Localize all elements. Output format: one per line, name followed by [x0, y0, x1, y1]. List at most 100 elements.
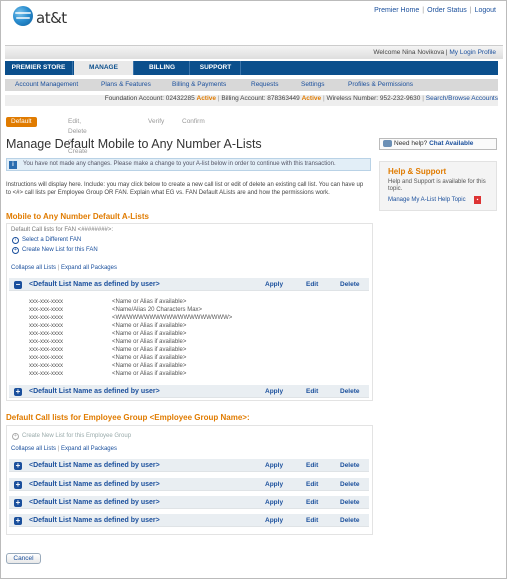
delete-link[interactable]: Delete: [340, 281, 360, 288]
collapse-all-link[interactable]: Collapse all Lists: [11, 265, 56, 271]
create-eg-list-link[interactable]: Create New List for this Employee Group: [22, 433, 131, 439]
alias: <Name or Alias if available>: [112, 299, 187, 305]
alias: <Name or Alias if available>: [112, 339, 187, 345]
cancel-button[interactable]: Cancel: [6, 553, 41, 564]
alias: <Name or Alias if available>: [112, 323, 187, 329]
expand-icon[interactable]: +: [14, 499, 22, 507]
chat-available-link[interactable]: Chat Available: [429, 140, 473, 147]
welcome-user: Welcome Nina Novikova: [373, 49, 445, 56]
login-profile-link[interactable]: My Login Profile: [449, 49, 496, 56]
subnav-settings[interactable]: Settings: [301, 81, 325, 88]
arrow-right-icon: ›: [12, 237, 19, 244]
info-icon: i: [9, 161, 17, 169]
globe-icon: [13, 6, 33, 26]
step-default-alist: Default A-List: [6, 117, 37, 135]
phone-number: xxx-xxx-xxxx: [29, 323, 63, 329]
step-confirm: Confirm: [182, 118, 205, 125]
phone-number: xxx-xxx-xxxx: [29, 331, 63, 337]
logout-link[interactable]: Logout: [475, 7, 496, 14]
alias: <Name or Alias if available>: [112, 363, 187, 369]
apply-link[interactable]: Apply: [265, 517, 283, 524]
eg-collapse-expand: Collapse all Lists | Expand all Packages: [11, 446, 117, 452]
expand-all-link[interactable]: Expand all Packages: [61, 446, 117, 452]
help-support-box: Help & Support Help and Support is avail…: [379, 161, 497, 211]
eg-section-title: Default Call lists for Employee Group <E…: [6, 413, 250, 422]
delete-link[interactable]: Delete: [340, 499, 360, 506]
sub-nav: Account Management Plans & Features Bill…: [5, 79, 498, 91]
phone-number: xxx-xxx-xxxx: [29, 307, 63, 313]
create-fan-list-link[interactable]: Create New List for this FAN: [22, 247, 98, 253]
edit-link[interactable]: Edit: [306, 281, 318, 288]
phone-number: xxx-xxx-xxxx: [29, 363, 63, 369]
list-name: <Default List Name as defined by user>: [29, 462, 160, 469]
expand-icon[interactable]: +: [14, 388, 22, 396]
expanded-list-name: <Default List Name as defined by user>: [29, 281, 160, 288]
edit-link[interactable]: Edit: [306, 499, 318, 506]
edit-link[interactable]: Edit: [306, 388, 318, 395]
tab-premier-store[interactable]: PREMIER STORE: [5, 61, 73, 75]
tab-manage[interactable]: MANAGE: [74, 61, 134, 75]
main-nav: PREMIER STORE MANAGE BILLING SUPPORT: [5, 61, 498, 75]
edit-link[interactable]: Edit: [306, 481, 318, 488]
subnav-account-management[interactable]: Account Management: [15, 81, 78, 88]
alias: <Name or Alias if available>: [112, 331, 187, 337]
logo-text: at&t: [36, 9, 67, 27]
subnav-profiles-permissions[interactable]: Profiles & Permissions: [348, 81, 413, 88]
search-accounts-link[interactable]: Search/Browse Accounts: [426, 95, 498, 102]
top-links: Premier Home | Order Status | Logout: [374, 7, 496, 14]
plus-icon: +: [12, 433, 19, 440]
tab-billing[interactable]: BILLING: [135, 61, 190, 75]
expand-icon[interactable]: +: [14, 517, 22, 525]
edit-link[interactable]: Edit: [306, 517, 318, 524]
notice-banner: You have not made any changes. Please ma…: [6, 158, 371, 171]
step-verify: Verify: [148, 118, 165, 125]
welcome-text: Welcome Nina Novikova | My Login Profile: [373, 49, 496, 56]
need-help-button[interactable]: Need help? Chat Available: [379, 138, 497, 150]
apply-link[interactable]: Apply: [265, 462, 283, 469]
premier-home-link[interactable]: Premier Home: [374, 7, 419, 14]
fan-collapse-expand: Collapse all Lists | Expand all Packages: [11, 265, 117, 271]
plus-icon: +: [12, 247, 19, 254]
foundation-number: 02432285: [165, 95, 195, 102]
select-fan-link[interactable]: Select a Different FAN: [22, 237, 81, 243]
expand-all-link[interactable]: Expand all Packages: [61, 265, 117, 271]
delete-link[interactable]: Delete: [340, 481, 360, 488]
subnav-billing-payments[interactable]: Billing & Payments: [172, 81, 226, 88]
edit-link[interactable]: Edit: [306, 462, 318, 469]
chat-icon: [383, 140, 392, 147]
help-topic-link[interactable]: Manage My A-List Help Topic: [388, 197, 466, 203]
phone-number: xxx-xxx-xxxx: [29, 355, 63, 361]
instructions-text: Instructions will display here. Include:…: [6, 182, 364, 196]
apply-link[interactable]: Apply: [265, 499, 283, 506]
phone-number: xxx-xxx-xxxx: [29, 339, 63, 345]
apply-link[interactable]: Apply: [265, 481, 283, 488]
apply-link[interactable]: Apply: [265, 281, 283, 288]
fan-section-title: Mobile to Any Number Default A-Lists: [6, 212, 149, 221]
account-bar: Foundation Account: 02432285 Active | Bi…: [5, 95, 498, 106]
list-name: <Default List Name as defined by user>: [29, 499, 160, 506]
billing-number: 878363449: [267, 95, 300, 102]
collapse-icon[interactable]: −: [14, 281, 22, 289]
page: at&t Premier Home | Order Status | Logout We…: [0, 0, 507, 579]
expand-icon[interactable]: +: [14, 462, 22, 470]
subnav-requests[interactable]: Requests: [251, 81, 278, 88]
alias: <Name/Alias 20 Characters Max>: [112, 307, 203, 313]
order-status-link[interactable]: Order Status: [427, 7, 467, 14]
alias: <WWWWWWWWWWWWWWWWWWWW>: [112, 315, 233, 321]
delete-link[interactable]: Delete: [340, 462, 360, 469]
tab-support[interactable]: SUPPORT: [191, 61, 241, 75]
phone-number: xxx-xxx-xxxx: [29, 347, 63, 353]
pdf-icon: ▪: [474, 196, 481, 204]
apply-link[interactable]: Apply: [265, 388, 283, 395]
delete-link[interactable]: Delete: [340, 388, 360, 395]
foundation-label: Foundation Account:: [104, 95, 164, 102]
att-logo[interactable]: at&t: [13, 6, 83, 28]
page-title: Manage Default Mobile to Any Number A-Li…: [6, 137, 262, 151]
delete-link[interactable]: Delete: [340, 517, 360, 524]
help-prefix: Need help?: [394, 140, 428, 147]
fan-subtitle: Default Call lists for FAN <########>:: [11, 227, 114, 233]
alias: <Name or Alias if available>: [112, 371, 187, 377]
subnav-plans-features[interactable]: Plans & Features: [101, 81, 151, 88]
collapse-all-link[interactable]: Collapse all Lists: [11, 446, 56, 452]
expand-icon[interactable]: +: [14, 481, 22, 489]
